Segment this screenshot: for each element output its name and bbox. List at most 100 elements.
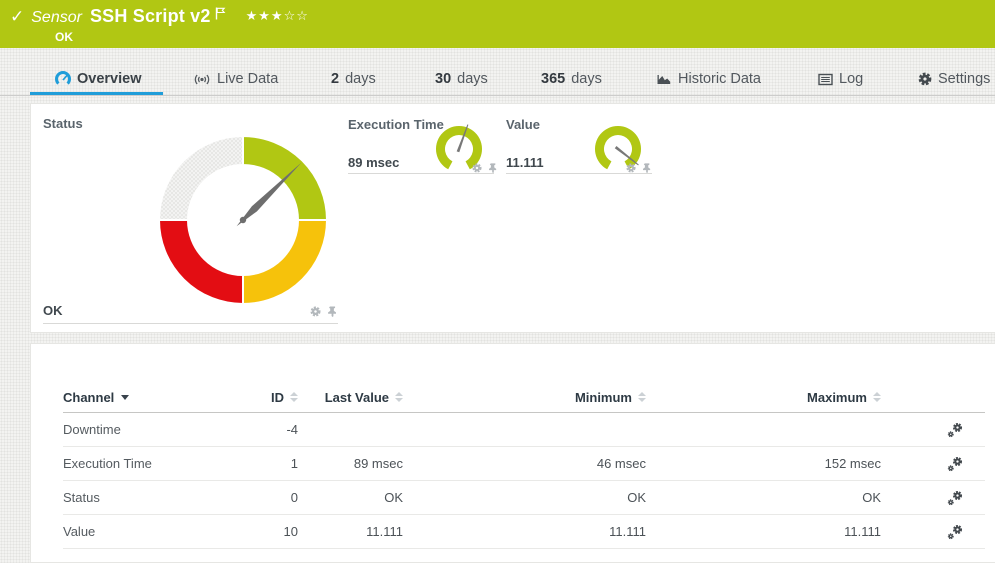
tab-settings[interactable]: Settings <box>918 66 990 92</box>
channel-name: Value <box>63 524 233 539</box>
status-check-icon: ✓ <box>10 7 24 27</box>
value-cell-rule <box>506 173 652 174</box>
column-header-channel[interactable]: Channel <box>63 390 233 405</box>
tab-label: days <box>571 71 602 87</box>
sensor-title: SSH Script v2 <box>90 6 211 27</box>
channel-last-value: OK <box>298 490 403 505</box>
status-cell-rule <box>43 323 338 324</box>
stars-empty: ☆☆ <box>284 9 309 24</box>
sort-icon <box>290 392 298 402</box>
stars-filled: ★★★ <box>246 9 284 24</box>
channel-name: Execution Time <box>63 456 233 471</box>
tab-log[interactable]: Log <box>818 66 863 92</box>
value-gauge-tools <box>626 163 652 173</box>
value-gauge-value: 11.111 <box>506 155 544 170</box>
gears-icon <box>947 490 963 506</box>
channel-id: 1 <box>233 456 298 471</box>
channel-maximum: 152 msec <box>646 456 881 471</box>
column-header-last-value[interactable]: Last Value <box>298 390 403 405</box>
column-label: ID <box>271 390 284 405</box>
channel-table: Channel ID Last Value Minimum Maximum <box>63 382 985 549</box>
gauge-segment-yellow <box>243 220 327 304</box>
tab-label: Overview <box>77 71 142 87</box>
gear-icon[interactable] <box>626 163 636 173</box>
channel-last-value: 11.111 <box>298 524 403 539</box>
column-header-maximum[interactable]: Maximum <box>646 390 881 405</box>
column-label: Maximum <box>807 390 867 405</box>
channel-id: -4 <box>233 422 298 437</box>
table-row-status[interactable]: Status 0 OK OK OK <box>63 481 985 515</box>
channel-maximum: OK <box>646 490 881 505</box>
pin-icon[interactable] <box>488 163 498 173</box>
channel-id: 0 <box>233 490 298 505</box>
gears-icon <box>947 524 963 540</box>
gear-icon[interactable] <box>310 306 321 317</box>
exec-cell-rule <box>348 173 494 174</box>
channel-id: 10 <box>233 524 298 539</box>
log-icon <box>818 73 833 86</box>
sort-desc-icon <box>121 395 129 400</box>
gauge-segment-red <box>159 220 243 304</box>
gauge-segment-gray <box>159 136 243 220</box>
channel-settings-button[interactable] <box>881 456 985 472</box>
tab-bar: Overview Live Data 2 days 30 days 365 da… <box>0 48 995 96</box>
sort-icon <box>638 392 646 402</box>
status-gauge <box>153 130 333 310</box>
channel-table-panel: Channel ID Last Value Minimum Maximum <box>30 343 995 563</box>
channel-minimum: 11.111 <box>403 524 646 539</box>
table-row-value[interactable]: Value 10 11.111 11.111 11.111 <box>63 515 985 549</box>
sensor-status-text: OK <box>55 30 995 44</box>
tab-label: Live Data <box>217 71 278 87</box>
table-row-downtime[interactable]: Downtime -4 <box>63 413 985 447</box>
tab-2-days[interactable]: 2 days <box>331 66 376 92</box>
gear-icon[interactable] <box>472 163 482 173</box>
channel-settings-button[interactable] <box>881 524 985 540</box>
exec-time-gauge-title: Execution Time <box>348 117 444 132</box>
channel-name: Status <box>63 490 233 505</box>
column-header-id[interactable]: ID <box>233 390 298 405</box>
active-tab-underline <box>30 92 163 95</box>
overview-gauges-panel: Status OK Execution Time 89 msec Value <box>30 103 995 333</box>
pin-icon[interactable] <box>327 306 338 317</box>
value-gauge-title: Value <box>506 117 540 132</box>
column-label: Minimum <box>575 390 632 405</box>
gear-icon <box>918 72 932 86</box>
exec-time-gauge-tools <box>472 163 498 173</box>
channel-settings-button[interactable] <box>881 490 985 506</box>
tab-label: days <box>457 71 488 87</box>
status-gauge-title: Status <box>43 116 83 131</box>
status-gauge-value: OK <box>43 303 63 318</box>
status-gauge-tools <box>310 306 338 317</box>
tab-label: Log <box>839 71 863 87</box>
area-chart-icon <box>656 73 672 85</box>
channel-minimum: OK <box>403 490 646 505</box>
tab-historic-data[interactable]: Historic Data <box>656 66 761 92</box>
tab-strong: 2 <box>331 71 339 87</box>
tab-strong: 365 <box>541 71 565 87</box>
pin-icon[interactable] <box>642 163 652 173</box>
tab-label: days <box>345 71 376 87</box>
column-label: Last Value <box>325 390 389 405</box>
flag-icon[interactable] <box>215 7 226 25</box>
tab-365-days[interactable]: 365 days <box>541 66 602 92</box>
channel-settings-button[interactable] <box>881 422 985 438</box>
sensor-header-bar: ✓ Sensor SSH Script v2 ★★★☆☆ OK <box>0 0 995 48</box>
column-header-minimum[interactable]: Minimum <box>403 390 646 405</box>
gears-icon <box>947 456 963 472</box>
priority-stars[interactable]: ★★★☆☆ <box>246 9 309 24</box>
tab-strong: 30 <box>435 71 451 87</box>
channel-name: Downtime <box>63 422 233 437</box>
table-header-row: Channel ID Last Value Minimum Maximum <box>63 382 985 413</box>
tab-label: Settings <box>938 71 990 87</box>
tab-30-days[interactable]: 30 days <box>435 66 488 92</box>
broadcast-icon <box>193 73 211 86</box>
table-row-execution-time[interactable]: Execution Time 1 89 msec 46 msec 152 mse… <box>63 447 985 481</box>
channel-maximum: 11.111 <box>646 524 881 539</box>
tab-live-data[interactable]: Live Data <box>193 66 278 92</box>
tab-label: Historic Data <box>678 71 761 87</box>
exec-time-gauge-value: 89 msec <box>348 155 399 170</box>
tabbar-divider <box>0 95 995 96</box>
gears-icon <box>947 422 963 438</box>
tab-overview[interactable]: Overview <box>55 66 142 92</box>
object-kind-label: Sensor <box>31 9 82 27</box>
